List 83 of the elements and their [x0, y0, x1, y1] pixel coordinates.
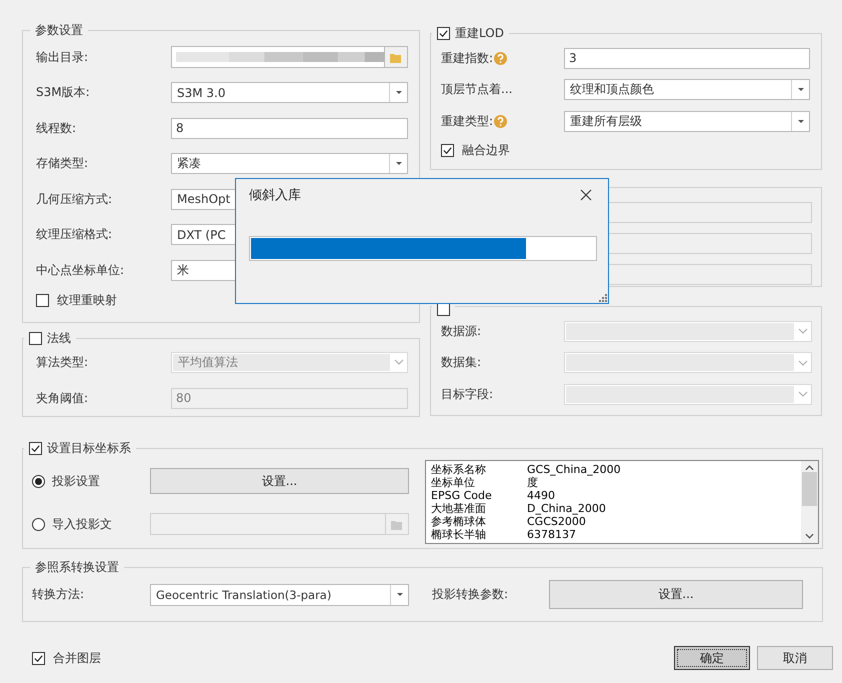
- field-label: 重建指数:: [441, 50, 494, 66]
- checkbox[interactable]: [437, 303, 450, 316]
- caret-icon: [396, 91, 402, 94]
- close-icon[interactable]: [580, 188, 592, 200]
- settings-button[interactable]: 设置...: [549, 580, 803, 609]
- caret-icon: [394, 359, 404, 365]
- checkbox[interactable]: [29, 442, 42, 454]
- checkbox[interactable]: [32, 652, 45, 664]
- field-label: 几何压缩方式:: [36, 190, 114, 208]
- caret-icon: [798, 120, 804, 122]
- property-value: CGCS2000: [527, 515, 586, 528]
- caret-icon: [798, 391, 808, 397]
- property-name: 椭球长半轴: [431, 528, 487, 541]
- settings-button[interactable]: 设置...: [150, 468, 409, 494]
- caret-icon: [798, 88, 804, 91]
- checkbox-label: 合并图层: [53, 650, 101, 666]
- dialog-title: 倾斜入库: [249, 186, 301, 204]
- property-value: 度: [527, 476, 538, 489]
- field-label: 数据集:: [441, 354, 482, 371]
- radio-button[interactable]: [32, 474, 45, 488]
- field-label: 转换方法:: [32, 586, 86, 603]
- radio-button[interactable]: [32, 518, 45, 530]
- radio-label: 导入投影文: [52, 516, 112, 532]
- field-label: 存储类型:: [36, 155, 90, 172]
- property-name: 坐标系名称: [431, 463, 487, 476]
- field-label: 数据源:: [441, 322, 482, 340]
- cancel-button[interactable]: 取消: [757, 646, 833, 670]
- path-field[interactable]: [171, 46, 385, 68]
- browse-button[interactable]: [386, 513, 409, 535]
- field-label: 顶层节点着...: [441, 81, 512, 98]
- property-name: 坐标单位: [431, 476, 476, 489]
- scroll-up-icon[interactable]: [805, 465, 814, 471]
- text-field[interactable]: 3: [564, 48, 810, 68]
- group-title: 参照系转换设置: [30, 559, 124, 575]
- folder-icon: [390, 52, 402, 62]
- dropdown[interactable]: 紧凑: [171, 153, 408, 174]
- caret-icon: [798, 360, 808, 366]
- resize-grip-icon[interactable]: [599, 294, 607, 302]
- text-field[interactable]: 8: [171, 118, 408, 138]
- checkbox[interactable]: [441, 144, 454, 156]
- field-label: 输出目录:: [36, 48, 90, 66]
- dropdown[interactable]: 重建所有层级: [564, 110, 810, 132]
- property-value: D_China_2000: [527, 502, 606, 515]
- caret-icon: [396, 162, 402, 165]
- field-label: 重建类型:: [441, 112, 494, 130]
- help-icon[interactable]: [494, 114, 508, 128]
- field-label: 线程数:: [36, 120, 78, 136]
- field-label: 纹理压缩格式:: [36, 226, 114, 243]
- radio-label: 投影设置: [52, 472, 100, 490]
- ok-button[interactable]: 确定: [674, 646, 750, 670]
- field-label: 算法类型:: [36, 354, 90, 370]
- field-label: 夹角阈值:: [36, 390, 90, 406]
- property-name: 参考椭球体: [431, 515, 487, 528]
- dropdown[interactable]: 纹理和顶点颜色: [564, 79, 810, 100]
- scrollbar[interactable]: [801, 461, 818, 543]
- browse-button[interactable]: [385, 46, 408, 68]
- checkbox[interactable]: [437, 26, 450, 40]
- group-title: 设置目标坐标系: [47, 440, 131, 456]
- property-name: EPSG Code: [431, 489, 493, 502]
- property-value: 6378137: [527, 528, 576, 541]
- group-title: 重建LOD: [455, 25, 504, 41]
- property-value: 4490: [527, 489, 555, 502]
- property-value: GCS_China_2000: [527, 463, 621, 476]
- checkbox-label: 纹理重映射: [57, 292, 117, 308]
- caret-icon: [396, 593, 402, 596]
- field-label: 投影转换参数:: [432, 586, 510, 603]
- checkbox[interactable]: [36, 294, 49, 306]
- scroll-thumb[interactable]: [802, 472, 817, 506]
- group-title: 参数设置: [30, 22, 88, 38]
- scroll-down-icon[interactable]: [805, 533, 814, 539]
- checkbox-label: 融合边界: [462, 142, 510, 158]
- help-icon[interactable]: [494, 52, 508, 64]
- dropdown[interactable]: S3M 3.0: [171, 82, 408, 103]
- dropdown[interactable]: Geocentric Translation(3-para): [150, 584, 409, 606]
- caret-icon: [798, 328, 808, 334]
- folder-icon: [391, 518, 403, 530]
- file-field[interactable]: [150, 513, 386, 535]
- field-label: 中心点坐标单位:: [36, 262, 126, 278]
- group-title: 法线: [47, 330, 71, 346]
- property-name: 大地基准面: [431, 502, 487, 515]
- checkbox[interactable]: [29, 332, 42, 344]
- field-label: S3M版本:: [36, 84, 91, 101]
- field-label: 目标字段:: [441, 386, 494, 402]
